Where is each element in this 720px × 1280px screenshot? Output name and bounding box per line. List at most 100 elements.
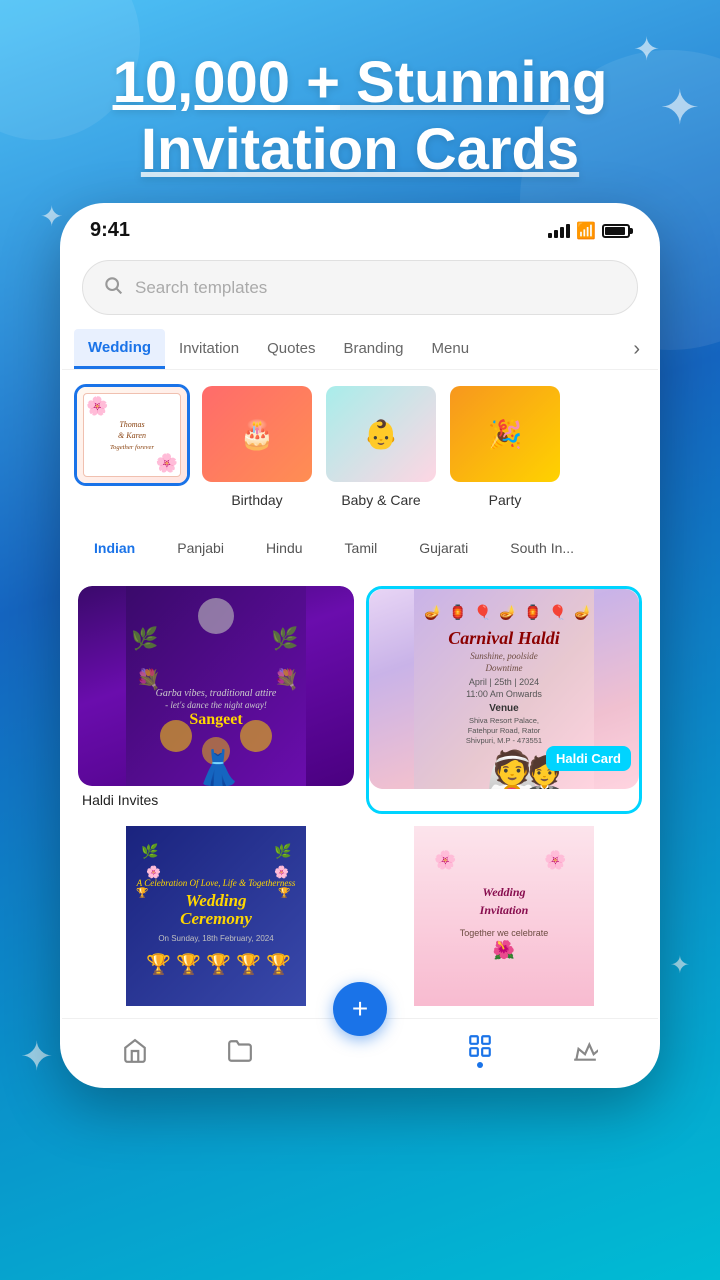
svg-text:Fatehpur Road, Rator: Fatehpur Road, Rator: [468, 726, 541, 735]
svg-text:🏆: 🏆: [266, 952, 291, 976]
svg-text:Downtime: Downtime: [485, 663, 523, 673]
svg-text:Sangeet: Sangeet: [189, 711, 243, 728]
svg-text:🌸: 🌸: [434, 849, 456, 870]
category-wedding-thumb: 🌸 Thomas& KarenTogether forever 🌸: [74, 384, 190, 486]
tab-wedding[interactable]: Wedding: [74, 329, 165, 369]
card-sangeet-image: 🌿 🌿 💐 💐 Garba vibes, traditional attire …: [78, 586, 354, 786]
svg-text:🪔: 🪔: [574, 603, 592, 621]
nav-crown[interactable]: [572, 1038, 598, 1064]
status-time: 9:41: [90, 219, 130, 242]
svg-text:🌺: 🌺: [493, 939, 515, 960]
category-party[interactable]: 🎉 Party: [448, 384, 562, 508]
tab-quotes[interactable]: Quotes: [253, 330, 329, 369]
folder-icon: [227, 1038, 253, 1064]
tab-more-chevron[interactable]: ›: [627, 332, 646, 367]
svg-text:🏆: 🏆: [236, 952, 261, 976]
cards-grid: 🌿 🌿 💐 💐 Garba vibes, traditional attire …: [62, 574, 658, 826]
tab-bar: Wedding Invitation Quotes Branding Menu …: [62, 329, 658, 370]
hero-title-line2: Invitation Cards: [141, 117, 579, 182]
svg-text:🏆: 🏆: [146, 952, 171, 976]
category-wedding[interactable]: 🌸 Thomas& KarenTogether forever 🌸: [74, 384, 190, 508]
category-baby-label: Baby & Care: [341, 492, 420, 508]
svg-text:💐: 💐: [274, 667, 299, 691]
svg-text:🌸: 🌸: [544, 849, 566, 870]
battery-icon: [602, 224, 630, 238]
categories-section: 🌸 Thomas& KarenTogether forever 🌸 🎂 Birt…: [62, 370, 658, 522]
svg-text:Wedding: Wedding: [185, 891, 247, 910]
filter-hindu[interactable]: Hindu: [250, 532, 319, 564]
svg-text:🌿: 🌿: [271, 626, 298, 651]
svg-text:🌿: 🌿: [131, 626, 158, 651]
home-icon: [122, 1038, 148, 1064]
category-baby-thumb: 👶: [324, 384, 438, 484]
svg-text:🪔: 🪔: [424, 603, 442, 621]
svg-text:Shiva Resort Palace,: Shiva Resort Palace,: [469, 716, 539, 725]
svg-text:🪔: 🪔: [499, 603, 517, 621]
svg-text:Garba vibes, traditional attir: Garba vibes, traditional attire: [156, 688, 277, 699]
svg-text:🏆: 🏆: [206, 952, 231, 976]
svg-text:On Sunday, 18th February, 2024: On Sunday, 18th February, 2024: [158, 934, 274, 943]
bottom-nav: +: [62, 1018, 658, 1086]
svg-text:Sunshine, poolside: Sunshine, poolside: [470, 651, 538, 661]
crown-icon: [572, 1038, 598, 1064]
svg-text:🌿: 🌿: [274, 843, 291, 860]
svg-text:🏮: 🏮: [524, 604, 541, 621]
card-wedding-ceremony[interactable]: 🌿 🌿 🌸 🌸 🏆 🏆 A Celebration Of Love, Life …: [78, 826, 354, 1006]
wifi-icon: 📶: [576, 221, 596, 241]
status-bar: 9:41 📶: [62, 205, 658, 250]
svg-text:Shivpuri, M.P - 473551: Shivpuri, M.P - 473551: [466, 736, 542, 745]
grid-icon: [467, 1033, 493, 1059]
filter-gujarati[interactable]: Gujarati: [403, 532, 484, 564]
phone-mockup: 9:41 📶 Search templates: [60, 203, 660, 1088]
filter-tamil[interactable]: Tamil: [329, 532, 394, 564]
svg-text:🌸: 🌸: [274, 865, 289, 879]
hero-title-line1: 10,000 + Stunning: [113, 50, 608, 115]
hero-section: 10,000 + Stunning Invitation Cards: [0, 0, 720, 203]
category-party-label: Party: [489, 492, 522, 508]
card-sangeet[interactable]: 🌿 🌿 💐 💐 Garba vibes, traditional attire …: [78, 586, 354, 814]
category-birthday-label: Birthday: [231, 492, 282, 508]
filter-panjabi[interactable]: Panjabi: [161, 532, 240, 564]
haldi-card-badge: Haldi Card: [546, 746, 631, 771]
signal-icon: [548, 224, 570, 238]
filter-indian[interactable]: Indian: [78, 532, 151, 564]
nav-grid[interactable]: [467, 1033, 493, 1068]
category-baby-care[interactable]: 👶 Baby & Care: [324, 384, 438, 508]
status-icons: 📶: [548, 221, 630, 241]
svg-text:11:00 Am Onwards: 11:00 Am Onwards: [466, 689, 542, 699]
search-section: Search templates: [62, 250, 658, 329]
category-birthday-thumb: 🎂: [200, 384, 314, 484]
svg-text:Carnival Haldi: Carnival Haldi: [448, 628, 560, 648]
filter-south-indian[interactable]: South In...: [494, 532, 590, 564]
nav-folder[interactable]: [227, 1038, 253, 1064]
svg-text:A Celebration Of Love, Life &: A Celebration Of Love, Life & Togetherne…: [136, 878, 296, 888]
svg-text:Invitation: Invitation: [479, 903, 529, 917]
tab-branding[interactable]: Branding: [329, 330, 417, 369]
tab-invitation[interactable]: Invitation: [165, 330, 253, 369]
card-partial[interactable]: 🌸 🌸 Wedding Invitation Together we celeb…: [366, 826, 642, 1006]
svg-text:🏆: 🏆: [176, 952, 201, 976]
svg-text:🌸: 🌸: [146, 865, 161, 879]
svg-text:👗: 👗: [196, 748, 241, 786]
category-party-thumb: 🎉: [448, 384, 562, 484]
svg-text:🎈: 🎈: [549, 603, 566, 621]
svg-text:Ceremony: Ceremony: [180, 909, 252, 928]
svg-text:Together we celebrate: Together we celebrate: [460, 928, 549, 938]
search-bar[interactable]: Search templates: [82, 260, 638, 315]
card-sangeet-label: Haldi Invites: [78, 786, 354, 814]
fab-add-button[interactable]: +: [333, 982, 387, 1036]
svg-text:Wedding: Wedding: [482, 885, 525, 899]
svg-text:🌿: 🌿: [141, 843, 158, 860]
search-icon: [103, 275, 123, 300]
svg-text:- let's dance the night away!: - let's dance the night away!: [165, 700, 267, 710]
filter-pills: Indian Panjabi Hindu Tamil Gujarati Sout…: [62, 522, 658, 574]
tab-menu[interactable]: Menu: [418, 330, 484, 369]
category-birthday[interactable]: 🎂 Birthday: [200, 384, 314, 508]
hero-highlighted-text: 10,000 +: [113, 50, 340, 115]
svg-text:April | 25th | 2024: April | 25th | 2024: [469, 677, 539, 687]
card-haldi[interactable]: 🪔 🏮 🎈 🪔 🏮 🎈 🪔 Carnival Haldi Sunshine, p…: [366, 586, 642, 814]
search-placeholder-text: Search templates: [135, 278, 267, 298]
nav-home[interactable]: [122, 1038, 148, 1064]
hero-title: 10,000 + Stunning Invitation Cards: [40, 50, 680, 183]
nav-grid-dot: [477, 1062, 483, 1068]
